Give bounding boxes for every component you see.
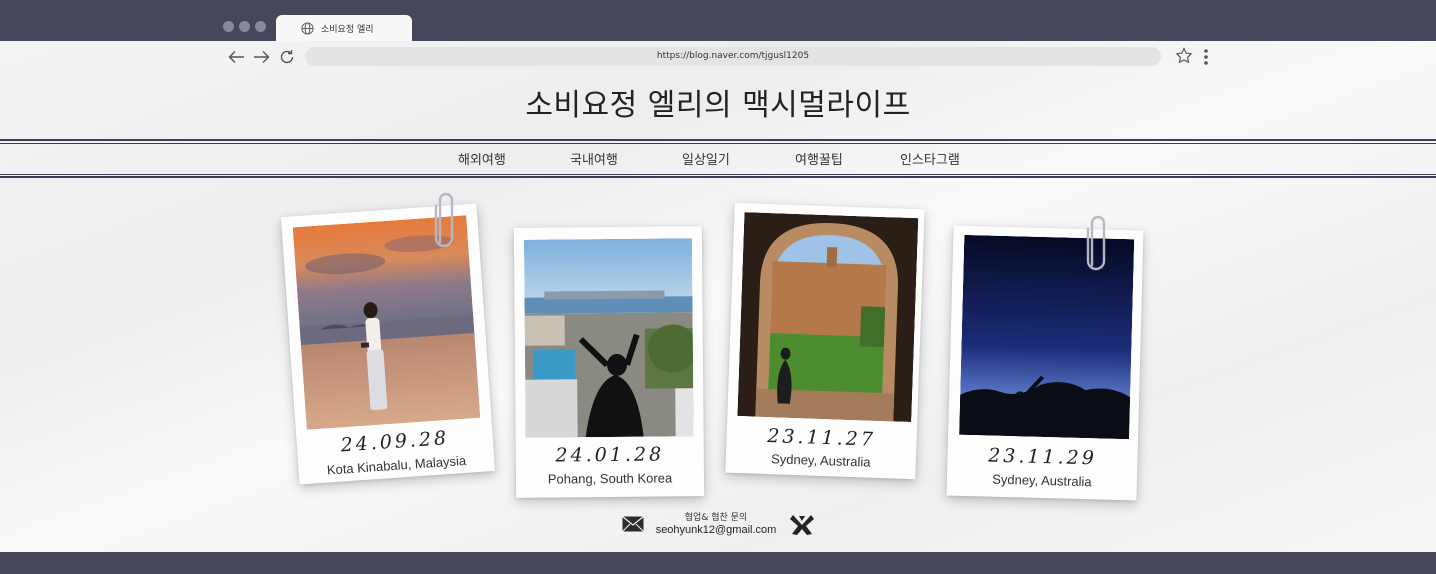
bottom-bar bbox=[0, 552, 1436, 574]
browser-tab[interactable]: 소비요정 엘리 bbox=[276, 15, 412, 42]
mail-icon[interactable] bbox=[622, 516, 644, 532]
polaroid-card[interactable]: 24.01.28 Pohang, South Korea bbox=[513, 226, 705, 498]
blog-title: 소비요정 엘리의 맥시멀라이프 bbox=[525, 88, 911, 123]
contact-label: 협업& 협찬 문의 bbox=[684, 513, 748, 523]
divider bbox=[0, 143, 1436, 144]
address-bar[interactable]: https://blog.naver.com/tjgusl1205 bbox=[305, 47, 1161, 66]
polaroid-card[interactable]: 24.09.28 Kota Kinabalu, Malaysia bbox=[280, 203, 496, 485]
menu-item-domestic-travel[interactable]: 국내여행 bbox=[570, 149, 618, 168]
forward-button[interactable] bbox=[253, 48, 270, 65]
photo-date: 23.11.27 bbox=[766, 425, 877, 451]
menu-item-daily-diary[interactable]: 일상일기 bbox=[682, 149, 730, 168]
window-maximize-dot[interactable] bbox=[255, 21, 266, 32]
browser-title-bar bbox=[0, 0, 1436, 41]
tab-title: 소비요정 엘리 bbox=[321, 25, 374, 35]
menu-item-travel-tips[interactable]: 여행꿀팁 bbox=[795, 149, 843, 168]
menu-item-overseas-travel[interactable]: 해외여행 bbox=[458, 149, 506, 168]
bookmark-button[interactable] bbox=[1175, 47, 1193, 65]
menu-item-instagram[interactable]: 인스타그램 bbox=[900, 149, 960, 168]
divider bbox=[0, 176, 1436, 178]
polaroid-card[interactable]: 23.11.29 Sydney, Australia bbox=[946, 225, 1144, 501]
photo-sydney-arch bbox=[737, 212, 919, 423]
browser-menu-button[interactable] bbox=[1201, 48, 1211, 66]
window-close-dot[interactable] bbox=[223, 21, 234, 32]
reload-button[interactable] bbox=[278, 48, 295, 65]
star-icon bbox=[1175, 47, 1193, 64]
arrow-right-icon bbox=[254, 50, 270, 63]
paperclip-icon bbox=[434, 192, 454, 248]
window-minimize-dot[interactable] bbox=[239, 21, 250, 32]
divider bbox=[0, 139, 1436, 141]
globe-icon bbox=[301, 22, 314, 35]
arrow-left-icon bbox=[228, 50, 244, 63]
polaroid-card[interactable]: 23.11.27 Sydney, Australia bbox=[725, 202, 925, 480]
paperclip-icon bbox=[1086, 215, 1106, 271]
blog-logo-icon[interactable] bbox=[790, 512, 814, 536]
photo-location: Sydney, Australia bbox=[991, 471, 1092, 490]
divider bbox=[0, 174, 1436, 175]
kebab-menu-icon bbox=[1204, 49, 1208, 65]
back-button[interactable] bbox=[228, 48, 245, 65]
reload-icon bbox=[280, 49, 293, 63]
photo-location: Pohang, South Korea bbox=[547, 470, 673, 487]
contact-email-link[interactable]: seohyunk12@gmail.com bbox=[651, 524, 781, 536]
photo-location: Sydney, Australia bbox=[770, 451, 871, 470]
photo-date: 23.11.29 bbox=[987, 444, 1098, 470]
photo-pohang-view bbox=[523, 238, 694, 438]
photo-date: 24.01.28 bbox=[555, 443, 665, 467]
window-controls[interactable] bbox=[223, 21, 266, 32]
